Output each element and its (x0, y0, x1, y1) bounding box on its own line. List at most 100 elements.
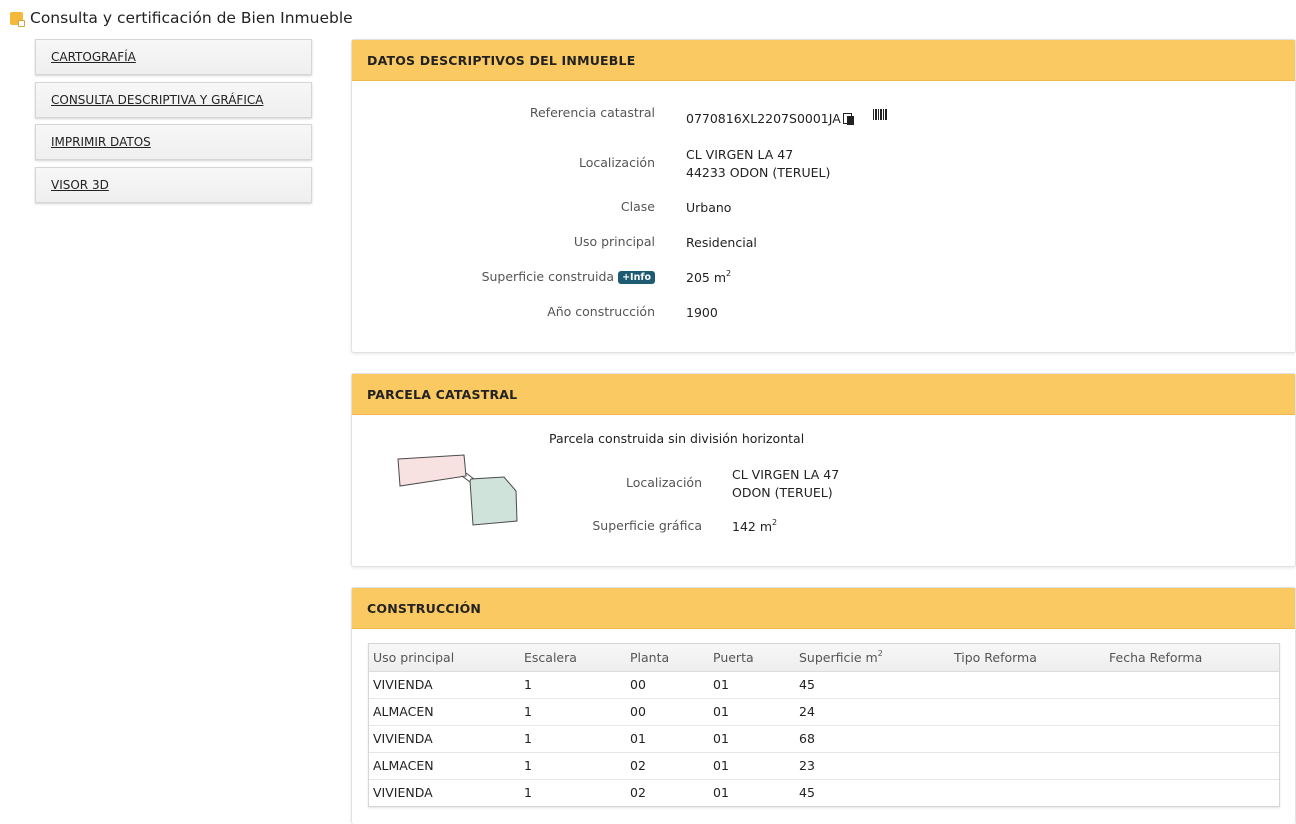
sidebar-item-label[interactable]: CARTOGRAFÍA (51, 50, 136, 64)
superficie-construida-label: Superficie construida (481, 269, 615, 284)
anio-construccion-value: 1900 (686, 305, 718, 320)
table-cell: VIVIENDA (369, 671, 520, 699)
table-cell: 01 (626, 725, 709, 753)
column-header[interactable]: Uso principal (369, 644, 520, 672)
table-cell (950, 671, 1105, 699)
table-row: ALMACEN 1 02 01 23 (369, 752, 1279, 780)
parcela-superficie-value-wrap: 142 m2 (732, 518, 777, 536)
parcela-localizacion-line1: CL VIRGEN LA 47 (732, 467, 840, 482)
table-cell: 1 (520, 698, 626, 726)
table-row: ALMACEN 1 00 01 24 (369, 698, 1279, 726)
table-cell (1105, 725, 1279, 753)
localizacion-label: Localización (578, 155, 655, 170)
table-row: VIVIENDA 1 00 01 45 (369, 671, 1279, 699)
localizacion-value: CL VIRGEN LA 47 44233 ODON (TERUEL) (686, 146, 830, 182)
table-cell (950, 698, 1105, 726)
superficie-construida-label-wrap: Superficie construida +Info (482, 269, 655, 284)
sidebar-item-label[interactable]: IMPRIMIR DATOS (51, 135, 151, 149)
table-cell: 24 (795, 698, 950, 726)
info-badge[interactable]: +Info (618, 271, 655, 284)
page-title: Consulta y certificación de Bien Inmuebl… (30, 9, 353, 27)
panel-title: PARCELA CATASTRAL (367, 386, 518, 402)
table-cell: 68 (795, 725, 950, 753)
referencia-value: 0770816XL2207S0001JA (686, 111, 841, 126)
table-cell: 00 (626, 671, 709, 699)
column-header[interactable]: Escalera (520, 644, 626, 672)
sidebar-item-visor-3d[interactable]: VISOR 3D (35, 166, 312, 203)
table-cell: 02 (626, 752, 709, 780)
table-row: VIVIENDA 1 02 01 45 (369, 779, 1279, 806)
table-cell (1105, 752, 1279, 780)
parcela-tipo: Parcela construida sin división horizont… (549, 431, 805, 446)
column-header-label: Superficie m (799, 649, 878, 665)
panel-title: DATOS DESCRIPTIVOS DEL INMUEBLE (367, 52, 636, 68)
uso-principal-label: Uso principal (573, 234, 655, 249)
copy-icon[interactable] (842, 113, 855, 125)
page-header: Consulta y certificación de Bien Inmuebl… (10, 9, 353, 27)
column-header[interactable]: Fecha Reforma (1105, 644, 1279, 672)
parcel-map[interactable] (392, 449, 527, 529)
table-cell: 23 (795, 752, 950, 780)
sidebar: CARTOGRAFÍA CONSULTA DESCRIPTIVA Y GRÁFI… (35, 39, 312, 209)
anio-construccion-label: Año construcción (547, 304, 655, 319)
table-cell (1105, 698, 1279, 726)
table-cell (950, 779, 1105, 806)
table-cell: 01 (709, 725, 795, 753)
barcode-icon[interactable] (872, 109, 887, 120)
sidebar-item-label[interactable]: CONSULTA DESCRIPTIVA Y GRÁFICA (51, 93, 263, 107)
localizacion-line1: CL VIRGEN LA 47 (686, 147, 794, 162)
construccion-table-wrap: Uso principal Escalera Planta Puerta Sup… (368, 643, 1280, 807)
datos-descriptivos-panel: DATOS DESCRIPTIVOS DEL INMUEBLE Referenc… (351, 39, 1296, 353)
parcel-shape-1 (397, 454, 467, 487)
superficie-construida-value-wrap: 205 m2 (686, 269, 731, 287)
table-cell: 01 (709, 671, 795, 699)
parcela-localizacion-line2: ODON (TERUEL) (732, 485, 833, 500)
table-cell: 1 (524, 785, 532, 801)
table-cell (950, 752, 1105, 780)
unit-exponent: 2 (877, 648, 883, 658)
sidebar-item-cartografia[interactable]: CARTOGRAFÍA (35, 39, 312, 75)
table-cell: VIVIENDA (373, 785, 433, 801)
panel-header: CONSTRUCCIÓN (352, 588, 1295, 629)
referencia-label: Referencia catastral (529, 105, 655, 120)
table-cell: 1 (520, 671, 626, 699)
table-cell (1105, 671, 1279, 699)
table-cell: 45 (799, 785, 815, 801)
table-cell: 01 (709, 752, 795, 780)
panel-header: DATOS DESCRIPTIVOS DEL INMUEBLE (352, 40, 1295, 81)
parcel-shape-2 (469, 476, 518, 526)
table-row: VIVIENDA 1 01 01 68 (369, 725, 1279, 753)
column-header[interactable]: Tipo Reforma (950, 644, 1105, 672)
table-cell (950, 725, 1105, 753)
unit-exponent: 2 (726, 269, 732, 278)
table-cell: VIVIENDA (369, 725, 520, 753)
sidebar-item-consulta-descriptiva[interactable]: CONSULTA DESCRIPTIVA Y GRÁFICA (35, 81, 312, 118)
table-cell: 1 (520, 752, 626, 780)
unit-exponent: 2 (772, 518, 778, 527)
referencia-value-wrap: 0770816XL2207S0001JA (686, 109, 887, 128)
panel-header: PARCELA CATASTRAL (352, 374, 1295, 415)
superficie-construida-value: 205 m (686, 270, 727, 285)
parcela-localizacion-label: Localización (625, 475, 702, 490)
parcela-superficie-label: Superficie gráfica (592, 518, 702, 533)
sidebar-item-label[interactable]: VISOR 3D (51, 178, 109, 192)
column-header[interactable]: Planta (626, 644, 709, 672)
localizacion-line2: 44233 ODON (TERUEL) (686, 165, 831, 180)
parcel-connector (461, 475, 471, 483)
table-cell: 01 (713, 785, 729, 801)
column-header[interactable]: Puerta (709, 644, 795, 672)
table-cell: 00 (626, 698, 709, 726)
table-cell: 02 (630, 785, 646, 801)
parcela-localizacion-value: CL VIRGEN LA 47 ODON (TERUEL) (732, 466, 839, 502)
sidebar-item-imprimir-datos[interactable]: IMPRIMIR DATOS (35, 124, 312, 160)
table-cell: ALMACEN (369, 752, 520, 780)
panel-title: CONSTRUCCIÓN (367, 600, 482, 616)
uso-principal-value: Residencial (686, 235, 757, 250)
column-header-superficie[interactable]: Superficie m2 (795, 644, 950, 672)
table-cell: 45 (795, 671, 950, 699)
table-cell: ALMACEN (369, 698, 520, 726)
table-cell: 01 (709, 698, 795, 726)
construccion-table: Uso principal Escalera Planta Puerta Sup… (369, 644, 1279, 806)
parcela-superficie-value: 142 m (732, 519, 773, 534)
construccion-panel: CONSTRUCCIÓN Uso principal Escalera Plan… (351, 587, 1296, 824)
